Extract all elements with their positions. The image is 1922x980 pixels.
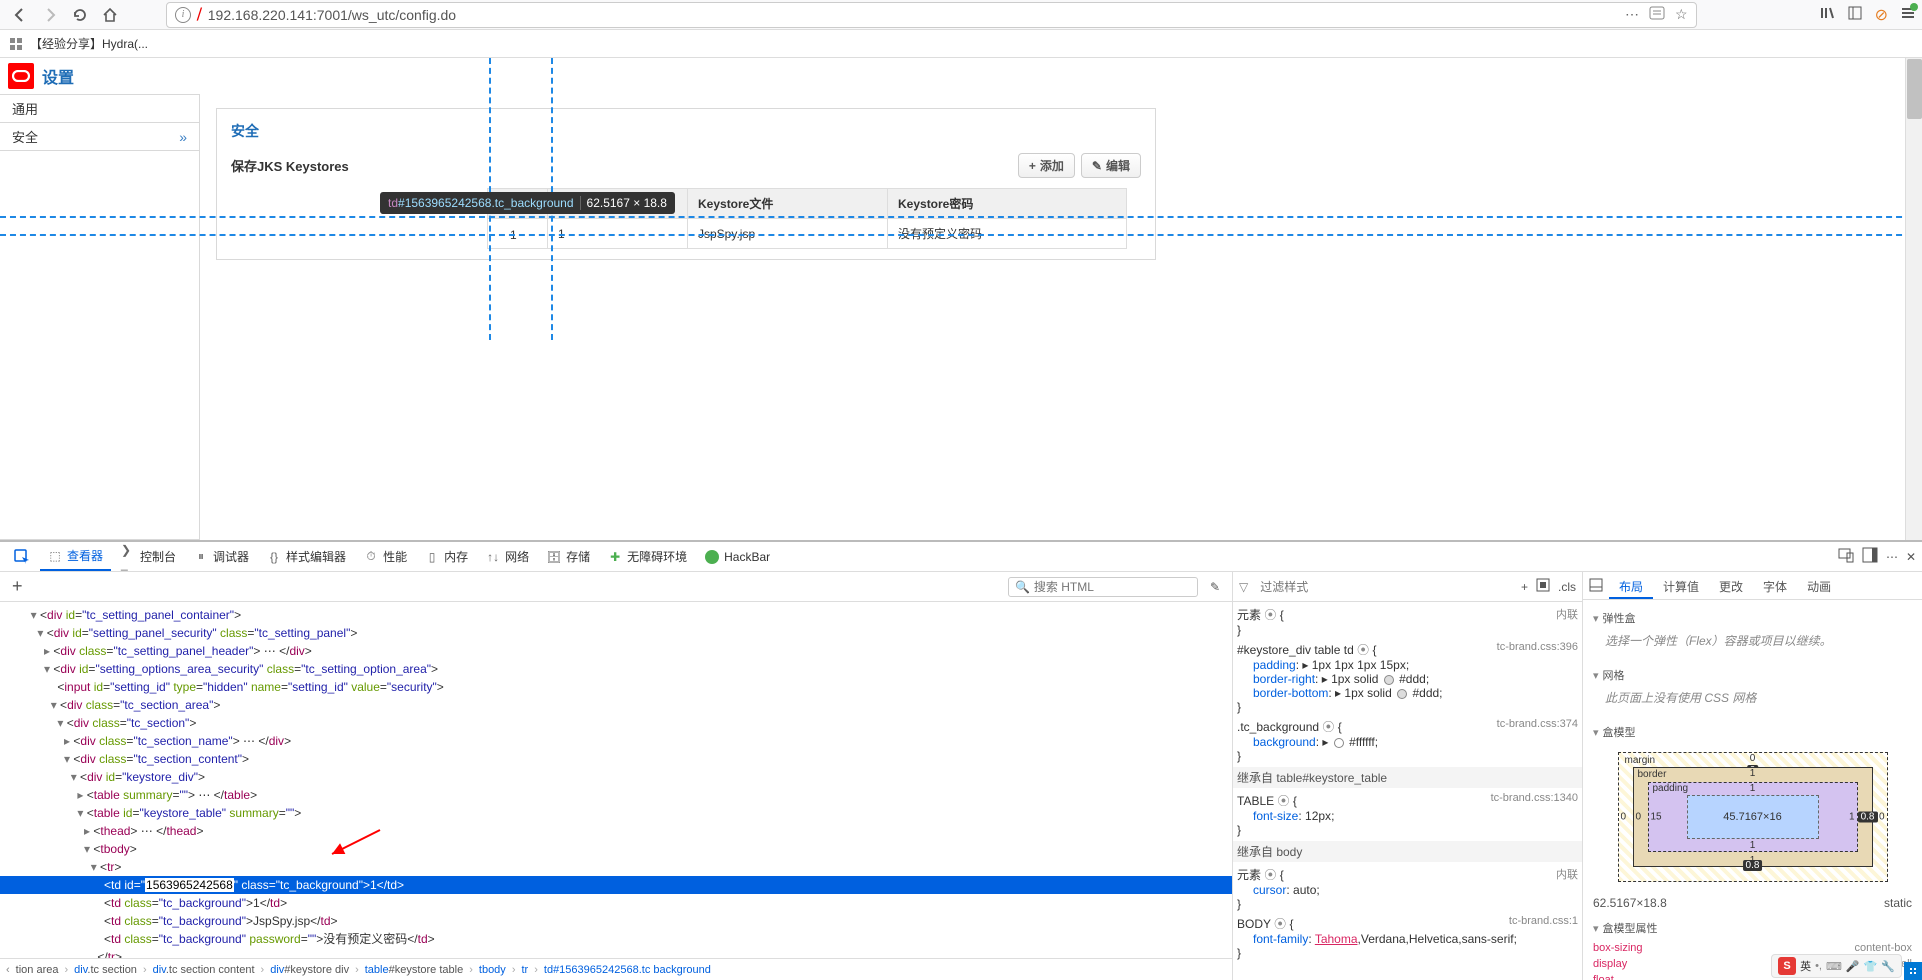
ime-toolbar[interactable]: S 英 •, ⌨ 🎤 👕 🔧 bbox=[1771, 954, 1902, 978]
hackbar-icon bbox=[705, 550, 719, 564]
oracle-logo-icon bbox=[8, 63, 34, 89]
col-pwd: Keystore密码 bbox=[888, 189, 1127, 219]
section-subtitle: 保存JKS Keystores bbox=[231, 156, 349, 175]
home-button[interactable] bbox=[96, 1, 124, 29]
layout-toggle-icon[interactable] bbox=[1583, 572, 1609, 599]
box-model-diagram: margin 0 0 border 1 padding 1 15 bbox=[1618, 752, 1888, 882]
menu-icon[interactable] bbox=[1900, 5, 1916, 24]
chevron-right-icon: » bbox=[179, 129, 187, 145]
tab-computed[interactable]: 计算值 bbox=[1653, 572, 1709, 599]
flexbox-section[interactable]: 弹性盒 bbox=[1593, 606, 1912, 630]
more-icon[interactable]: ⋯ bbox=[1886, 550, 1898, 564]
responsive-mode-icon[interactable] bbox=[1838, 547, 1854, 566]
settings-sidebar: 通用 安全» bbox=[0, 94, 200, 540]
close-devtools-icon[interactable]: ✕ bbox=[1906, 550, 1916, 564]
ime-keyboard-icon[interactable]: ⌨ bbox=[1826, 960, 1842, 973]
selected-dom-node: <td id="1563965242568" class="tc_backgro… bbox=[0, 876, 1232, 894]
tab-inspector[interactable]: ⬚查看器 bbox=[40, 542, 111, 571]
add-button[interactable]: +添加 bbox=[1018, 153, 1075, 178]
bookmarks-bar: 【经验分享】Hydra(... bbox=[0, 30, 1922, 58]
tab-changes[interactable]: 更改 bbox=[1709, 572, 1753, 599]
dom-search-input[interactable] bbox=[1034, 580, 1191, 594]
cls-toggle[interactable]: .cls bbox=[1558, 580, 1576, 594]
plus-icon: + bbox=[1029, 159, 1036, 173]
grid-section[interactable]: 网格 bbox=[1593, 663, 1912, 687]
library-icon[interactable] bbox=[1819, 5, 1835, 24]
tab-memory[interactable]: ▯内存 bbox=[417, 543, 476, 570]
sidebar-item-security[interactable]: 安全» bbox=[0, 123, 199, 151]
tab-network[interactable]: ↑↓网络 bbox=[478, 543, 537, 570]
inspector-picker-icon[interactable] bbox=[6, 544, 38, 570]
page-scrollbar[interactable] bbox=[1905, 58, 1922, 540]
bookmark-star-icon[interactable]: ☆ bbox=[1675, 6, 1688, 23]
dom-breadcrumb[interactable]: ‹ tion area› div.tc section› div.tc sect… bbox=[0, 958, 1232, 980]
funnel-icon: ▽ bbox=[1239, 580, 1248, 594]
tab-console[interactable]: ❯_控制台 bbox=[113, 543, 184, 570]
most-visited-icon[interactable] bbox=[8, 36, 24, 52]
sidebar-item-general[interactable]: 通用 bbox=[0, 95, 199, 123]
insecure-icon: ⧸ bbox=[197, 6, 202, 23]
tab-hackbar[interactable]: HackBar bbox=[697, 545, 778, 569]
bookmark-item[interactable]: 【经验分享】Hydra(... bbox=[30, 35, 148, 52]
section-title: 安全 bbox=[217, 109, 1155, 153]
tab-animations[interactable]: 动画 bbox=[1797, 572, 1841, 599]
tab-storage[interactable]: 🗄存储 bbox=[539, 543, 598, 570]
layout-panel: 布局 计算值 更改 字体 动画 弹性盒选择一个弹性（Flex）容器或项目以继续。… bbox=[1582, 572, 1922, 980]
element-tooltip: td#1563965242568.tc_background 62.5167 ×… bbox=[380, 192, 675, 214]
tab-accessibility[interactable]: ✚无障碍环境 bbox=[600, 543, 695, 570]
show-desktop-button[interactable] bbox=[1904, 962, 1922, 980]
site-info-icon[interactable]: i bbox=[175, 7, 191, 23]
tab-performance[interactable]: ⏱性能 bbox=[356, 543, 415, 570]
tab-fonts[interactable]: 字体 bbox=[1753, 572, 1797, 599]
forward-button[interactable] bbox=[36, 1, 64, 29]
address-bar[interactable]: i ⧸ 192.168.220.141:7001/ws_utc/config.d… bbox=[166, 2, 1697, 28]
search-icon: 🔍 bbox=[1015, 580, 1030, 594]
add-rule-icon[interactable]: + bbox=[1521, 580, 1528, 594]
ime-skin-icon[interactable]: 👕 bbox=[1864, 960, 1878, 973]
inspector-guideline bbox=[0, 234, 1922, 236]
noscript-icon[interactable]: ⊘ bbox=[1875, 5, 1888, 25]
dom-tree[interactable]: ▾ <div id="tc_setting_panel_container"> … bbox=[0, 602, 1232, 958]
back-button[interactable] bbox=[6, 1, 34, 29]
more-actions-icon[interactable]: ⋯ bbox=[1625, 6, 1639, 23]
sogou-icon: S bbox=[1778, 957, 1796, 975]
reader-icon[interactable] bbox=[1649, 6, 1665, 23]
new-node-button[interactable]: + bbox=[6, 576, 29, 597]
ime-tool-icon[interactable]: 🔧 bbox=[1881, 960, 1895, 973]
sidebar-icon[interactable] bbox=[1847, 5, 1863, 24]
styles-panel: ▽ + .cls 元素 ⦿ {内联} #keystore_div table t… bbox=[1232, 572, 1582, 980]
browser-toolbar: i ⧸ 192.168.220.141:7001/ws_utc/config.d… bbox=[0, 0, 1922, 30]
box-props-section[interactable]: 盒模型属性 bbox=[1593, 916, 1912, 940]
box-model-section[interactable]: 盒模型 bbox=[1593, 720, 1912, 744]
devtools: ⬚查看器 ❯_控制台 ⏸调试器 {}样式编辑器 ⏱性能 ▯内存 ↑↓网络 🗄存储… bbox=[0, 540, 1922, 980]
col-file: Keystore文件 bbox=[688, 189, 888, 219]
tab-debugger[interactable]: ⏸调试器 bbox=[186, 543, 257, 570]
reload-button[interactable] bbox=[66, 1, 94, 29]
page-title: 设置 bbox=[42, 64, 74, 88]
dom-search[interactable]: 🔍 bbox=[1008, 577, 1198, 597]
inspector-guideline bbox=[0, 216, 1922, 218]
page-viewport: 设置 通用 安全» 安全 保存JKS Keystores +添加 ✎编辑 bbox=[0, 58, 1922, 540]
eyedropper-icon[interactable]: ✎ bbox=[1204, 580, 1226, 594]
pseudo-classes-icon[interactable] bbox=[1536, 578, 1550, 595]
url-text: 192.168.220.141:7001/ws_utc/config.do bbox=[208, 7, 1619, 23]
edit-button[interactable]: ✎编辑 bbox=[1081, 153, 1141, 178]
tab-layout[interactable]: 布局 bbox=[1609, 572, 1653, 599]
ime-mic-icon[interactable]: 🎤 bbox=[1846, 960, 1860, 973]
css-rules[interactable]: 元素 ⦿ {内联} #keystore_div table td ⦿ {tc-b… bbox=[1233, 602, 1582, 980]
dock-side-icon[interactable] bbox=[1862, 547, 1878, 566]
tab-style-editor[interactable]: {}样式编辑器 bbox=[259, 543, 354, 570]
pencil-icon: ✎ bbox=[1092, 159, 1102, 173]
style-filter-input[interactable] bbox=[1254, 577, 1515, 597]
